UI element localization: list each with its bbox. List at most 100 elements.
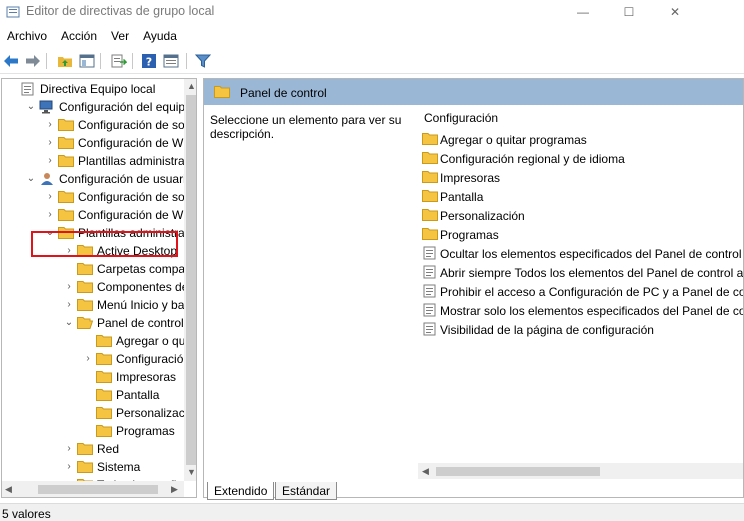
tree-item-label: Menú Inicio y barra bbox=[97, 298, 197, 312]
chevron-right-icon[interactable]: › bbox=[44, 154, 56, 168]
menu-bar: Archivo Acción Ver Ayuda bbox=[0, 26, 744, 46]
list-item-label: Visibilidad de la página de configuració… bbox=[440, 323, 654, 337]
tree-item-label: Programas bbox=[116, 424, 175, 438]
list-horizontal-scroll-thumb[interactable] bbox=[436, 467, 600, 476]
folder-icon bbox=[422, 151, 438, 165]
scroll-left-arrow-icon[interactable]: ◀ bbox=[422, 466, 429, 477]
view-tabs: Extendido Estándar bbox=[203, 482, 744, 500]
tab-extendido[interactable]: Extendido bbox=[207, 482, 275, 500]
chevron-right-icon[interactable]: › bbox=[63, 460, 75, 474]
folder-icon bbox=[422, 227, 438, 241]
list-item-label: Pantalla bbox=[440, 190, 484, 204]
folder-icon bbox=[422, 170, 438, 184]
folder-icon bbox=[58, 190, 74, 204]
user-icon bbox=[39, 172, 55, 186]
menu-ayuda[interactable]: Ayuda bbox=[136, 26, 184, 46]
description-text: Seleccione un elemento para ver su descr… bbox=[210, 113, 402, 141]
tree-item-label: Configuración de Winc bbox=[78, 208, 197, 222]
toolbar-separator bbox=[100, 53, 101, 69]
tree-vertical-scrollbar[interactable]: ▲ ▼ bbox=[184, 79, 196, 481]
close-button[interactable]: ✕ bbox=[652, 0, 698, 24]
folder-icon bbox=[96, 334, 112, 348]
chevron-right-icon[interactable]: › bbox=[63, 280, 75, 294]
tab-estandar[interactable]: Estándar bbox=[275, 482, 338, 500]
tree-item-label: Carpetas compartic bbox=[97, 262, 197, 276]
tree-item-label: Configuración del equipo bbox=[59, 100, 192, 114]
list-item-label: Configuración regional y de idioma bbox=[440, 152, 625, 166]
folder-icon bbox=[96, 424, 112, 438]
back-arrow-icon[interactable] bbox=[2, 52, 20, 70]
chevron-right-icon[interactable]: › bbox=[63, 442, 75, 456]
app-icon bbox=[6, 6, 20, 18]
list-item-label: Mostrar solo los elementos especificados… bbox=[440, 304, 744, 318]
menu-archivo[interactable]: Archivo bbox=[0, 26, 54, 46]
list-item-label: Abrir siempre Todos los elementos del Pa… bbox=[440, 266, 744, 280]
status-bar: 5 valores bbox=[0, 503, 744, 521]
toolbar-separator bbox=[132, 53, 133, 69]
properties-icon[interactable] bbox=[162, 52, 180, 70]
up-folder-icon[interactable] bbox=[56, 52, 74, 70]
chevron-right-icon[interactable]: › bbox=[82, 352, 94, 366]
folder-icon bbox=[96, 388, 112, 402]
tree-vertical-scroll-thumb[interactable] bbox=[186, 95, 196, 465]
tree-expander-empty bbox=[82, 334, 94, 348]
export-list-icon[interactable] bbox=[110, 52, 128, 70]
list-item-label: Personalización bbox=[440, 209, 525, 223]
tree-expander-empty bbox=[6, 82, 18, 96]
details-pane: Panel de control Seleccione un elemento … bbox=[203, 78, 744, 498]
chevron-down-icon[interactable]: ⌄ bbox=[25, 100, 37, 114]
chevron-down-icon[interactable]: ⌄ bbox=[63, 316, 75, 330]
chevron-right-icon[interactable]: › bbox=[44, 118, 56, 132]
scroll-down-arrow-icon[interactable]: ▼ bbox=[187, 467, 196, 477]
minimize-button[interactable]: — bbox=[560, 0, 606, 24]
computer-icon bbox=[39, 100, 55, 114]
tree-item-label: Sistema bbox=[97, 460, 141, 474]
folder-icon bbox=[422, 132, 438, 146]
window-title: Editor de directivas de grupo local bbox=[26, 4, 215, 18]
help-icon[interactable]: ? bbox=[140, 52, 158, 70]
folder-icon bbox=[58, 118, 74, 132]
chevron-right-icon[interactable]: › bbox=[44, 208, 56, 222]
chevron-down-icon[interactable]: ⌄ bbox=[25, 172, 37, 186]
status-text: 5 valores bbox=[2, 507, 51, 521]
menu-accion[interactable]: Acción bbox=[54, 26, 104, 46]
chevron-right-icon[interactable]: › bbox=[44, 136, 56, 150]
tree-item-label: Impresoras bbox=[116, 370, 177, 384]
tree-item-label: Configuración de softw bbox=[78, 118, 197, 132]
maximize-button[interactable]: ☐ bbox=[606, 0, 652, 24]
list-item-label: Ocultar los elementos especificados del … bbox=[440, 247, 742, 261]
list-horizontal-scrollbar[interactable]: ◀ bbox=[418, 463, 743, 479]
tree-item-label: Configuración de Winc bbox=[78, 136, 197, 150]
folder-icon bbox=[77, 262, 93, 276]
scroll-left-arrow-icon[interactable]: ◀ bbox=[5, 484, 12, 495]
scroll-up-arrow-icon[interactable]: ▲ bbox=[187, 81, 196, 91]
tree-item-label: Red bbox=[97, 442, 120, 456]
menu-ver[interactable]: Ver bbox=[104, 26, 136, 46]
details-header: Panel de control bbox=[204, 79, 743, 105]
chevron-right-icon[interactable]: › bbox=[44, 190, 56, 204]
chevron-right-icon[interactable]: › bbox=[63, 298, 75, 312]
tree-horizontal-scroll-thumb[interactable] bbox=[38, 485, 158, 494]
details-header-title: Panel de control bbox=[240, 86, 327, 100]
header-folder-icon bbox=[214, 86, 230, 98]
settings-list[interactable]: Configuración Agregar o quitar programas… bbox=[418, 105, 744, 483]
folder-icon bbox=[58, 136, 74, 150]
policy-setting-icon bbox=[422, 322, 438, 336]
filter-icon[interactable] bbox=[194, 52, 212, 70]
tree-pane[interactable]: Directiva Equipo local ⌄ Configuración del… bbox=[1, 78, 197, 498]
tree-item-label: Directiva Equipo local bbox=[40, 82, 156, 96]
policy-setting-icon bbox=[422, 265, 438, 279]
tree-item-label: Plantillas administrativ bbox=[78, 154, 197, 168]
column-header-configuracion[interactable]: Configuración bbox=[424, 111, 498, 125]
policy-document-icon bbox=[20, 82, 36, 96]
folder-icon bbox=[77, 298, 93, 312]
folder-icon bbox=[58, 154, 74, 168]
tree-horizontal-scrollbar[interactable]: ◀ ▶ bbox=[2, 481, 184, 497]
forward-arrow-icon[interactable] bbox=[24, 52, 42, 70]
show-hide-tree-icon[interactable] bbox=[78, 52, 96, 70]
toolbar: ? bbox=[0, 48, 744, 74]
folder-icon bbox=[58, 208, 74, 222]
tree-expander-empty bbox=[82, 406, 94, 420]
scroll-right-arrow-icon[interactable]: ▶ bbox=[171, 484, 178, 495]
policy-setting-icon bbox=[422, 246, 438, 260]
